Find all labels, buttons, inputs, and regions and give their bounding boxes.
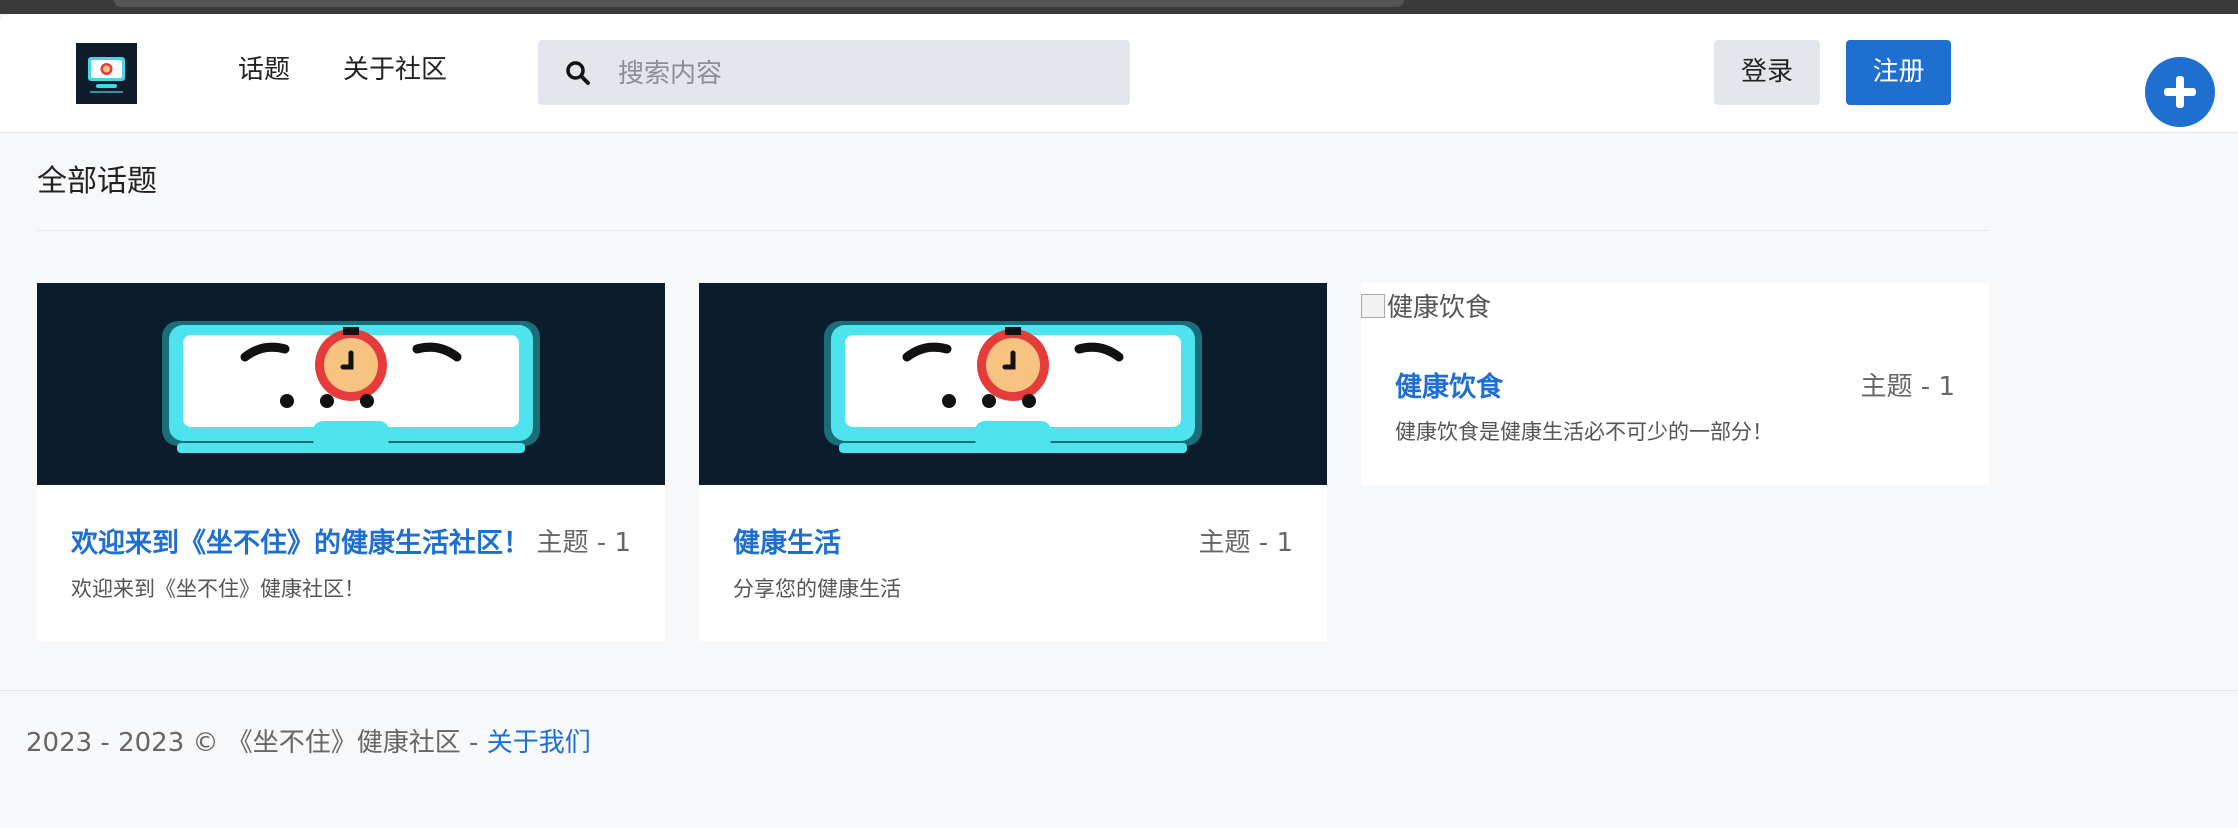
browser-top-strip <box>0 0 2238 14</box>
category-thumbnail[interactable] <box>699 283 1327 485</box>
nav-link-about-community[interactable]: 关于社区 <box>343 52 447 88</box>
category-description: 分享您的健康生活 <box>733 577 901 601</box>
category-thumbnail[interactable] <box>37 283 665 485</box>
image-alt-text: 健康饮食 <box>1387 293 1492 323</box>
category-title[interactable]: 健康饮食 <box>1395 365 1503 404</box>
category-description: 健康饮食是健康生活必不可少的一部分！ <box>1395 420 1773 444</box>
topic-count: 主题 - 1 <box>1198 528 1293 558</box>
title-divider <box>37 230 1989 231</box>
footer-copyright: 2023 - 2023 © 《坐不住》健康社区 - <box>26 728 487 758</box>
broken-image[interactable]: 健康饮食 <box>1361 287 1491 324</box>
search-input[interactable] <box>616 40 1120 107</box>
nav-link-topics[interactable]: 话题 <box>238 52 290 88</box>
category-title[interactable]: 健康生活 <box>733 521 841 560</box>
category-card[interactable]: 健康生活 主题 - 1 分享您的健康生活 <box>699 283 1327 641</box>
footer-divider <box>0 690 2238 691</box>
login-button[interactable]: 登录 <box>1714 40 1820 105</box>
topic-count: 主题 - 1 <box>536 528 631 558</box>
navbar: 话题 关于社区 登录 注册 <box>0 14 2238 133</box>
register-button[interactable]: 注册 <box>1846 40 1951 105</box>
about-us-link[interactable]: 关于我们 <box>487 728 591 758</box>
topic-count: 主题 - 1 <box>1860 372 1955 402</box>
category-description: 欢迎来到《坐不住》健康社区！ <box>71 577 365 601</box>
page-title: 全部话题 <box>37 164 157 199</box>
broken-image-icon <box>1361 294 1385 318</box>
category-title[interactable]: 欢迎来到《坐不住》的健康生活社区！ <box>71 521 530 560</box>
category-card[interactable]: 欢迎来到《坐不住》的健康生活社区！ 主题 - 1 欢迎来到《坐不住》健康社区！ <box>37 283 665 641</box>
category-card[interactable]: 健康饮食 健康饮食 主题 - 1 健康饮食是健康生活必不可少的一部分！ <box>1361 283 1989 485</box>
plus-icon[interactable] <box>2145 57 2215 127</box>
search-icon[interactable] <box>564 59 592 87</box>
search-box[interactable] <box>538 40 1130 107</box>
browser-tab-bar <box>114 0 1404 7</box>
community-logo-icon[interactable] <box>76 43 137 104</box>
footer: 2023 - 2023 © 《坐不住》健康社区 - 关于我们 <box>26 722 591 759</box>
